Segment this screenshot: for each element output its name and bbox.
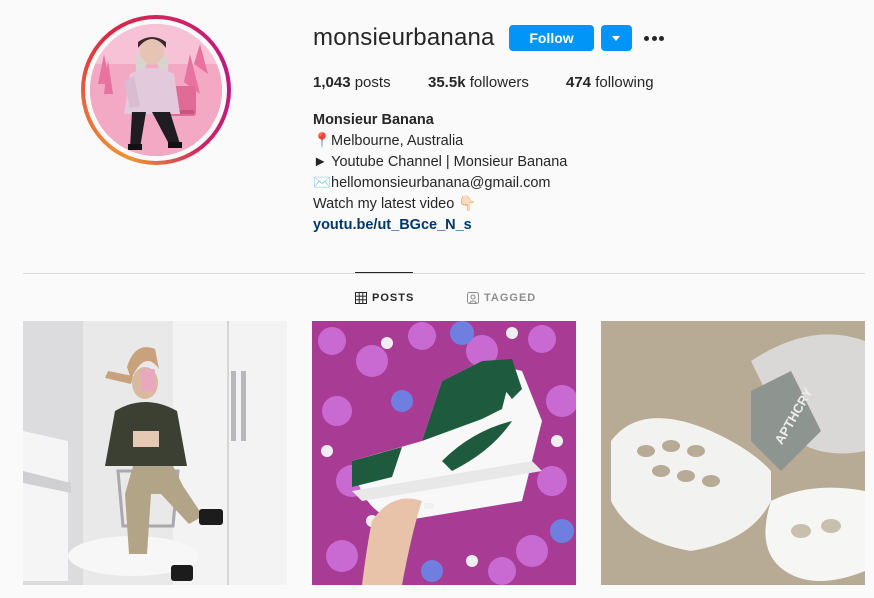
full-name: Monsieur Banana [313,112,434,128]
followers-link[interactable]: 35.5k followers [428,74,529,91]
posts-number: 1,043 [313,74,351,91]
bio-cta: Watch my latest video 👇🏻 [313,196,477,212]
suggested-dropdown-button[interactable] [601,25,632,51]
following-label: following [595,74,654,91]
bio-location: 📍Melbourne, Australia [313,133,464,149]
story-ring[interactable] [81,15,231,165]
tab-tagged[interactable]: TAGGED [467,292,536,304]
bio-email: ✉️hellomonsieurbanana@gmail.com [313,175,551,191]
more-dot [659,36,664,41]
avatar-image [90,24,222,156]
active-tab-indicator [355,272,413,273]
tab-posts[interactable]: POSTS [355,292,414,304]
grid-icon [355,292,367,304]
bio: Monsieur Banana 📍Melbourne, Australia ► … [313,110,567,236]
post-thumbnail[interactable] [312,321,576,585]
avatar[interactable] [90,24,222,156]
followers-label: followers [469,74,529,91]
more-dots-icon [644,36,649,41]
bio-link[interactable]: youtu.be/ut_BGce_N_s [313,215,567,236]
tab-tagged-label: TAGGED [484,292,537,304]
following-number: 474 [566,74,592,91]
post-image [312,321,576,585]
tagged-icon [467,292,479,304]
post-thumbnail[interactable] [23,321,287,585]
chevron-down-icon [612,36,620,41]
post-thumbnail[interactable]: APTHCRY [601,321,865,585]
tabs-divider [23,273,865,274]
post-image: APTHCRY [601,321,865,585]
follow-button[interactable]: Follow [509,25,594,51]
tab-posts-label: POSTS [372,292,415,304]
posts-count: 1,043 posts [313,74,391,91]
posts-label: posts [354,74,391,91]
more-dot [651,36,657,41]
following-link[interactable]: 474 following [566,74,654,91]
post-image [23,321,287,585]
username: monsieurbanana [313,24,495,51]
more-options-button[interactable] [640,26,668,50]
followers-number: 35.5k [428,74,466,91]
bio-youtube: ► Youtube Channel | Monsieur Banana [313,154,568,170]
